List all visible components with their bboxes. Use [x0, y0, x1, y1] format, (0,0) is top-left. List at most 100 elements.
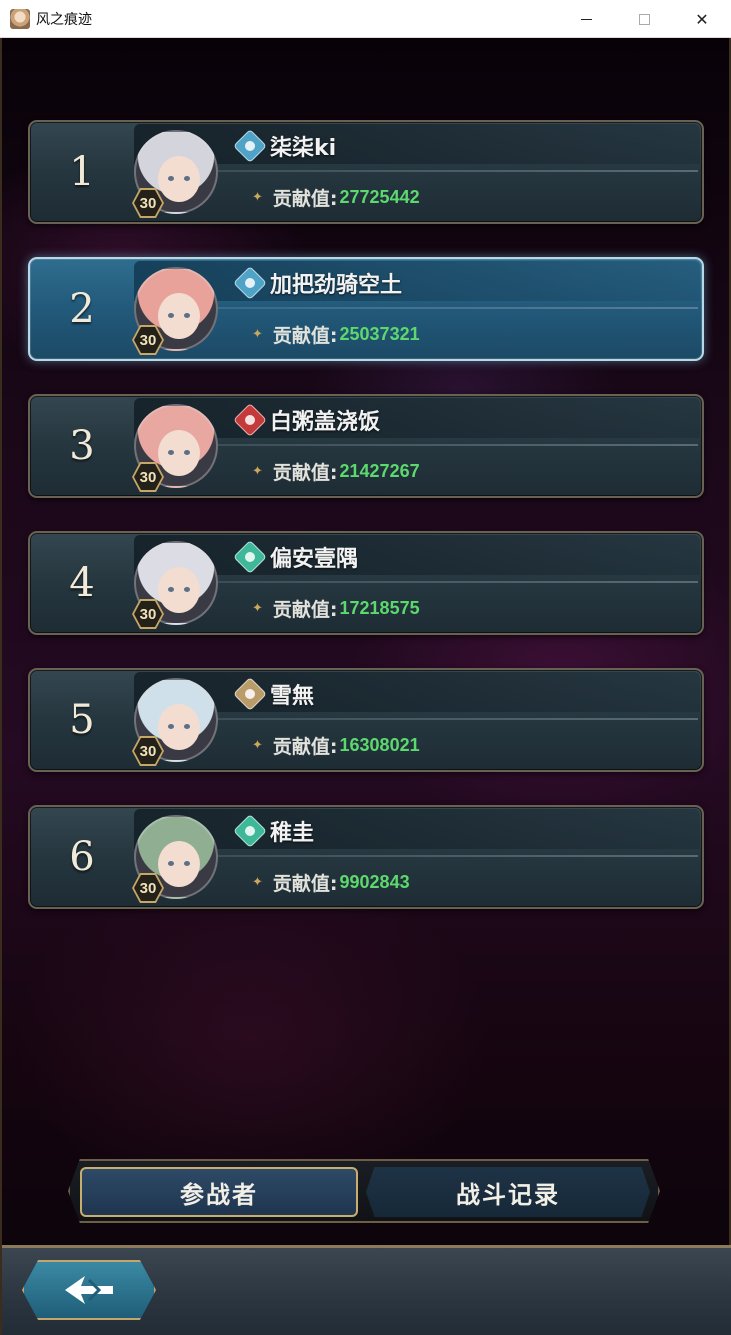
maximize-icon — [638, 13, 650, 25]
player-name: 稚圭 — [270, 821, 315, 846]
contribution-value: 21427267 — [339, 461, 420, 481]
contribution: ✦ 贡献值: 16308021 — [252, 732, 420, 759]
ranking-row[interactable]: 5 30 雪無 ✦ 贡献值: 16308021 — [28, 668, 704, 772]
contribution-value: 16308021 — [339, 735, 420, 755]
window-title: 风之痕迹 — [36, 11, 92, 28]
contribution-label: 贡献值: — [272, 736, 338, 758]
avatar-face — [158, 567, 200, 613]
bottom-bar — [2, 1245, 731, 1335]
contribution: ✦ 贡献值: 9902843 — [252, 869, 410, 896]
player-name: 白粥盖浇饭 — [270, 410, 381, 435]
avatar-face — [158, 704, 200, 750]
contribution-value: 25037321 — [339, 324, 420, 344]
ranking-row[interactable]: 3 30 白粥盖浇饭 ✦ 贡献值: 21427267 — [28, 394, 704, 498]
rank-number: 5 — [69, 697, 95, 743]
row-divider — [210, 718, 698, 720]
row-header-band — [134, 809, 700, 849]
row-header-band — [134, 398, 700, 438]
avatar-eye — [184, 724, 190, 729]
back-arrow-icon — [65, 1276, 113, 1304]
level-badge: 30 — [132, 325, 164, 355]
contribution-value: 17218575 — [339, 598, 420, 618]
back-button[interactable] — [22, 1260, 156, 1320]
sparkle-icon: ✦ — [252, 190, 263, 205]
minimize-button[interactable] — [557, 0, 615, 38]
avatar-eye — [168, 176, 174, 181]
game-viewport: 1 30 柒柒ki ✦ 贡献值: 27725442 2 30 加把劲骑空土 ✦ … — [0, 38, 731, 1335]
avatar-eye — [168, 450, 174, 455]
player-name: 雪無 — [270, 684, 315, 709]
row-divider — [210, 170, 698, 172]
contribution-label: 贡献值: — [272, 188, 338, 210]
level-badge: 30 — [132, 736, 164, 766]
rank-number: 3 — [69, 423, 95, 469]
row-divider — [210, 581, 698, 583]
level-badge: 30 — [132, 188, 164, 218]
rank-number: 4 — [69, 560, 95, 606]
close-button[interactable]: ✕ — [673, 0, 731, 38]
element-core — [242, 686, 258, 702]
sparkle-icon: ✦ — [252, 601, 263, 616]
window-controls: ✕ — [557, 0, 731, 38]
sparkle-icon: ✦ — [252, 738, 263, 753]
tab-battle-log[interactable]: 战斗记录 — [366, 1167, 650, 1217]
level-badge: 30 — [132, 873, 164, 903]
sparkle-icon: ✦ — [252, 464, 263, 479]
avatar-eye — [168, 587, 174, 592]
ranking-row[interactable]: 1 30 柒柒ki ✦ 贡献值: 27725442 — [28, 120, 704, 224]
row-header-band — [134, 124, 700, 164]
avatar-eye — [168, 313, 174, 318]
avatar-eye — [168, 861, 174, 866]
row-divider — [210, 855, 698, 857]
level-badge: 30 — [132, 462, 164, 492]
sparkle-icon: ✦ — [252, 875, 263, 890]
avatar-face — [158, 841, 200, 887]
contribution-label: 贡献值: — [272, 325, 338, 347]
contribution-value: 27725442 — [339, 187, 420, 207]
player-name: 加把劲骑空土 — [270, 273, 403, 298]
ranking-row[interactable]: 4 30 偏安壹隅 ✦ 贡献值: 17218575 — [28, 531, 704, 635]
player-name: 柒柒ki — [270, 136, 337, 161]
sparkle-icon: ✦ — [252, 327, 263, 342]
maximize-button[interactable] — [615, 0, 673, 38]
row-header-band — [134, 672, 700, 712]
tab-participants[interactable]: 参战者 — [80, 1167, 358, 1217]
contribution: ✦ 贡献值: 27725442 — [252, 184, 420, 211]
ranking-row[interactable]: 2 30 加把劲骑空土 ✦ 贡献值: 25037321 — [28, 257, 704, 361]
element-core — [242, 549, 258, 565]
avatar-face — [158, 430, 200, 476]
window-titlebar: 风之痕迹 ✕ — [0, 0, 731, 38]
rank-number: 6 — [69, 834, 95, 880]
app-icon — [10, 8, 30, 29]
row-divider — [210, 444, 698, 446]
close-icon: ✕ — [695, 9, 709, 29]
avatar-eye — [184, 176, 190, 181]
contribution-label: 贡献值: — [272, 462, 338, 484]
minimize-icon — [580, 18, 592, 20]
rank-number: 1 — [69, 149, 95, 195]
level-badge: 30 — [132, 599, 164, 629]
element-core — [242, 823, 258, 839]
avatar-eye — [168, 724, 174, 729]
tab-bar: 参战者 战斗记录 — [68, 1159, 660, 1223]
contribution: ✦ 贡献值: 17218575 — [252, 595, 420, 622]
row-header-band — [134, 535, 700, 575]
avatar-face — [158, 293, 200, 339]
avatar-eye — [184, 313, 190, 318]
contribution-label: 贡献值: — [272, 873, 338, 895]
avatar-face — [158, 156, 200, 202]
element-core — [242, 138, 258, 154]
avatar-eye — [184, 861, 190, 866]
contribution: ✦ 贡献值: 25037321 — [252, 321, 420, 348]
contribution-value: 9902843 — [339, 872, 410, 892]
contribution: ✦ 贡献值: 21427267 — [252, 458, 420, 485]
row-divider — [210, 307, 698, 309]
element-core — [242, 275, 258, 291]
avatar-eye — [184, 587, 190, 592]
row-header-band — [134, 261, 700, 301]
rank-number: 2 — [69, 286, 95, 332]
avatar-eye — [184, 450, 190, 455]
contribution-label: 贡献值: — [272, 599, 338, 621]
player-name: 偏安壹隅 — [270, 547, 359, 572]
ranking-row[interactable]: 6 30 稚圭 ✦ 贡献值: 9902843 — [28, 805, 704, 909]
